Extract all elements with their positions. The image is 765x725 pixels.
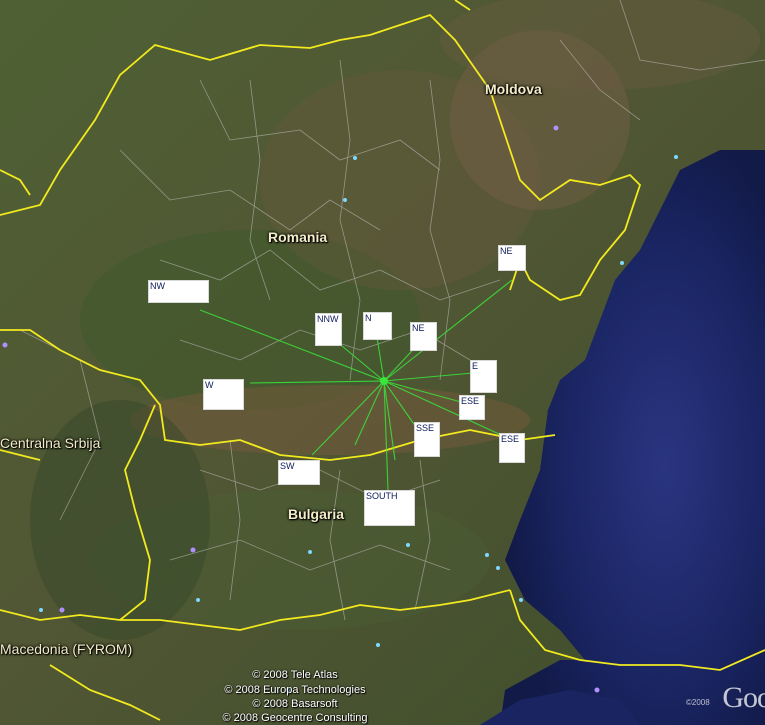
marker-ne-near[interactable]: NE	[410, 322, 437, 351]
marker-label: NE	[500, 246, 513, 256]
marker-label: N	[365, 313, 372, 323]
marker-label: ESE	[501, 434, 520, 444]
copyright-line: © 2008 Europa Technologies	[224, 684, 366, 696]
country-label-romania: Romania	[268, 229, 328, 245]
marker-n[interactable]: N	[363, 312, 392, 340]
marker-nnw[interactable]: NNW	[315, 313, 342, 346]
satellite-terrain	[0, 0, 765, 725]
copyright-line: © 2008 Tele Atlas	[252, 669, 338, 681]
marker-nw[interactable]: NW	[148, 280, 209, 303]
marker-ne-far[interactable]: NE	[498, 245, 526, 271]
copyright-line: © 2008 Geocentre Consulting	[222, 712, 368, 724]
marker-label: SW	[280, 461, 295, 471]
marker-sse[interactable]: SSE	[414, 422, 440, 457]
marker-label: ESE	[461, 396, 480, 406]
marker-label: NW	[150, 281, 165, 291]
country-label-moldova: Moldova	[485, 81, 542, 97]
map-view[interactable]: Moldova Romania Centralna Srbija Bulgari…	[0, 0, 765, 725]
country-label-macedonia: Macedonia (FYROM)	[0, 641, 133, 657]
marker-label: E	[472, 361, 479, 371]
marker-label: NNW	[317, 314, 339, 324]
marker-e[interactable]: E	[470, 360, 497, 393]
marker-label: SSE	[416, 423, 435, 433]
copyright-line: © 2008 Basarsoft	[252, 698, 338, 710]
google-logo: Goo	[722, 681, 765, 714]
marker-ese-far[interactable]: ESE	[499, 433, 525, 463]
marker-w[interactable]: W	[203, 379, 244, 410]
marker-label: W	[205, 380, 214, 390]
country-label-bulgaria: Bulgaria	[288, 506, 345, 522]
country-label-serbia: Centralna Srbija	[0, 435, 101, 451]
marker-sw[interactable]: SW	[278, 460, 320, 485]
marker-south[interactable]: SOUTH	[364, 490, 415, 526]
marker-ese-near[interactable]: ESE	[459, 395, 485, 420]
logo-year: ©2008	[686, 698, 710, 707]
marker-label: SOUTH	[366, 491, 398, 501]
marker-label: NE	[412, 323, 425, 333]
